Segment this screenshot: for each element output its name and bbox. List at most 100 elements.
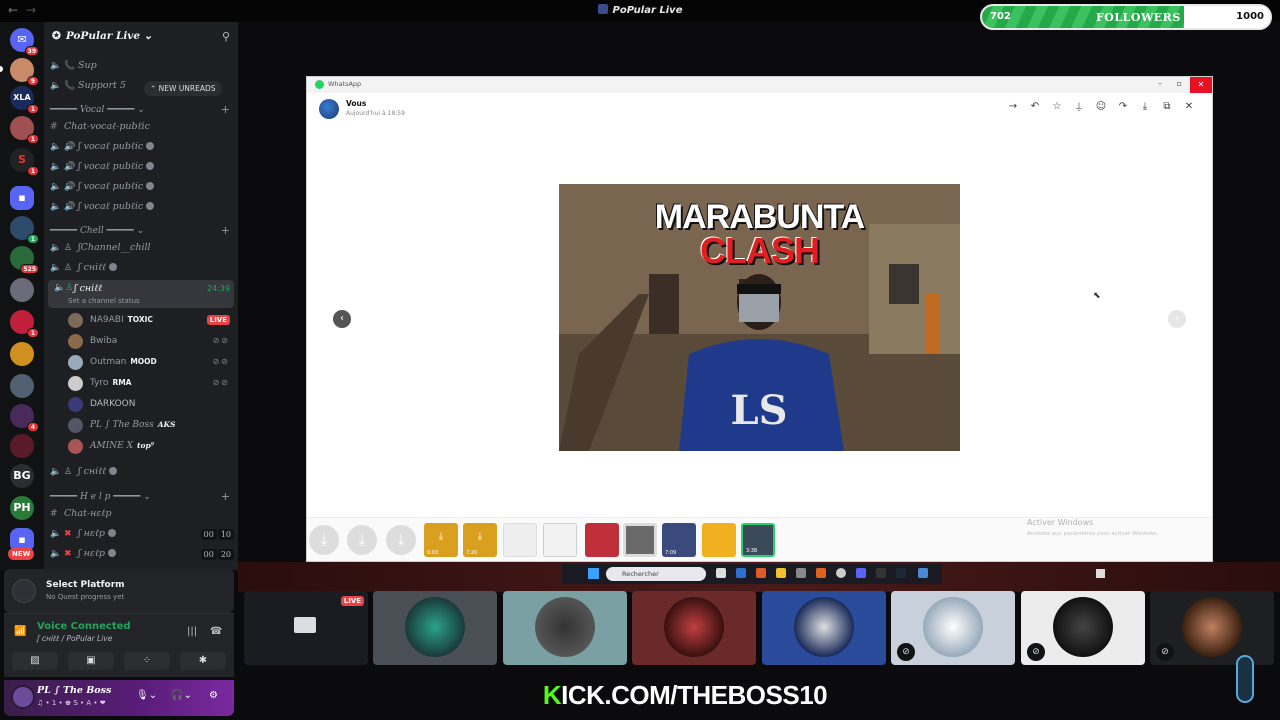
server-icon[interactable] — [10, 342, 34, 366]
voice-channel[interactable]: 🔈 🔊 ʃ vocaℓ pubℓic — [50, 161, 234, 179]
add-channel-icon[interactable]: + — [221, 103, 230, 116]
pin-icon[interactable]: ⍊ — [1068, 101, 1090, 112]
voice-user[interactable]: Tyro RMA ⊘⊘ — [68, 375, 234, 393]
media-thumb[interactable]: 7:09 — [662, 523, 696, 557]
participant-tile[interactable] — [373, 591, 497, 665]
reply-icon[interactable]: ↶ — [1024, 101, 1046, 112]
add-channel-icon[interactable]: + — [221, 224, 230, 237]
media-thumb-selected[interactable]: 3:38 — [741, 523, 775, 557]
media-thumb[interactable]: ⤓ 7:20 — [463, 523, 497, 557]
app-icon[interactable] — [816, 568, 826, 578]
open-external-icon[interactable]: ⧉ — [1156, 101, 1178, 112]
next-media-button[interactable]: › — [1168, 310, 1186, 328]
download-icon[interactable]: ⤓ — [1134, 101, 1156, 112]
star-icon[interactable]: ☆ — [1046, 101, 1068, 112]
server-icon[interactable]: 1 — [10, 310, 39, 338]
channel-chill-text[interactable]: 🔈 ♙ ʃChannel__chill — [50, 242, 234, 260]
channel-support-partial[interactable]: 🔈 📞 Sup — [50, 60, 234, 78]
server-icon[interactable]: PH — [10, 496, 34, 520]
go-to-message-icon[interactable]: → — [1002, 101, 1024, 112]
category-vocal[interactable]: ━━━━━ Vocal ━━━━━ ⌄ + — [50, 103, 234, 119]
app-icon[interactable] — [796, 568, 806, 578]
signal-icon[interactable]: 📶 — [14, 626, 26, 637]
participant-tile[interactable] — [503, 591, 627, 665]
media-thumb[interactable] — [623, 523, 657, 557]
channel-status[interactable]: Set a channel status — [68, 297, 140, 305]
discord-icon[interactable] — [856, 568, 866, 578]
active-voice-channel[interactable]: 🔈♙ ʃ cнiℓℓ Set a channel status 24:39 — [48, 280, 234, 308]
server-icon[interactable]: 9 — [10, 58, 39, 86]
direct-messages-icon[interactable]: ✉ 39 — [10, 28, 39, 56]
taskbar-search[interactable]: Rechercher — [606, 567, 706, 581]
invite-people-icon[interactable]: ⚲ — [222, 30, 230, 43]
voice-user[interactable]: PL ∫ The Boss AKS — [68, 417, 234, 435]
media-thumb[interactable] — [503, 523, 537, 557]
media-thumb[interactable] — [585, 523, 619, 557]
forward-icon[interactable]: ↷ — [1112, 101, 1134, 112]
voice-channel[interactable]: 🔈 🔊 ʃ vocaℓ pubℓic — [50, 181, 234, 199]
server-icon[interactable]: XLA 1 — [10, 86, 39, 114]
channel-chat-help[interactable]: # Chat-нεℓp — [50, 508, 234, 526]
add-channel-icon[interactable]: + — [221, 490, 230, 503]
minimize-icon[interactable]: – — [1158, 79, 1162, 88]
noise-suppression-icon[interactable]: ||| — [187, 626, 197, 637]
windows-start-icon[interactable] — [588, 568, 599, 579]
task-view-icon[interactable] — [716, 568, 726, 578]
server-name-dropdown[interactable]: ✪ PoPular Live ⌄ — [52, 30, 153, 42]
participant-tile[interactable]: ⊘ — [1150, 591, 1274, 665]
channel-chat-vocal[interactable]: # Chat-vocaℓ-pubℓic — [50, 121, 234, 139]
voice-channel[interactable]: 🔈 🔊 ʃ vocaℓ pubℓic — [50, 141, 234, 159]
steam-icon[interactable] — [896, 568, 906, 578]
voice-channel-name[interactable]: ʃ cнiℓℓ / PoPular Live — [37, 634, 112, 643]
activities-button[interactable]: ⁘ — [124, 652, 170, 670]
media-thumb[interactable] — [543, 523, 577, 557]
server-icon[interactable]: 1 — [10, 116, 39, 144]
voice-channel[interactable]: 🔈 🔊 ʃ vocaℓ pubℓic — [50, 201, 234, 219]
category-help[interactable]: ━━━━━ H e l p ━━━━━ ⌄ + — [50, 490, 234, 506]
previous-media-button[interactable]: ‹ — [333, 310, 351, 328]
download-thumb-icon[interactable]: ⤓ — [347, 525, 377, 555]
download-thumb-icon[interactable]: ⤓ — [386, 525, 416, 555]
server-icon[interactable] — [10, 278, 34, 302]
media-thumb[interactable] — [702, 523, 736, 557]
download-thumb-icon[interactable]: ⤓ — [309, 525, 339, 555]
voice-channel-help[interactable]: 🔈 ✖ ʃ нεℓp 00 20 — [50, 548, 234, 566]
voice-channel-chill[interactable]: 🔈 ♙ ʃ cнiℓℓ — [50, 466, 234, 484]
screen-share-button[interactable]: ▣ — [68, 652, 114, 670]
app-icon[interactable] — [836, 568, 846, 578]
participant-tile[interactable] — [762, 591, 886, 665]
voice-user[interactable]: AMINE Xtop⁹ — [68, 438, 234, 456]
app-icon[interactable] — [736, 568, 746, 578]
server-icon[interactable] — [10, 434, 34, 458]
voice-user[interactable]: Bwiba ⊘⊘ — [68, 333, 234, 351]
voice-channel-chill[interactable]: 🔈 ♙ ʃ cнiℓℓ — [50, 262, 234, 280]
media-thumb[interactable]: ⤓ 0:03 — [424, 523, 458, 557]
server-icon[interactable] — [10, 374, 34, 398]
react-emoji-icon[interactable]: ☺ — [1090, 101, 1112, 112]
file-explorer-icon[interactable] — [776, 568, 786, 578]
server-icon[interactable]: 1 — [10, 216, 39, 244]
voice-user[interactable]: NA9ABI TOXIC LIVE — [68, 312, 234, 330]
category-chill[interactable]: ━━━━━ Chell ━━━━━ ⌄ + — [50, 224, 234, 240]
voice-channel-help[interactable]: 🔈 ✖ ʃ нεℓp 00 10 — [50, 528, 234, 546]
maximize-icon[interactable]: ▫ — [1177, 79, 1182, 88]
camera-off-button[interactable]: ▨ — [12, 652, 58, 670]
screen-share-tile[interactable]: LIVE — [244, 591, 368, 665]
disconnect-icon[interactable]: ☎ — [210, 626, 222, 637]
participant-tile[interactable]: ⊘ — [891, 591, 1015, 665]
app-icon[interactable] — [876, 568, 886, 578]
app-icon[interactable] — [918, 568, 928, 578]
server-icon[interactable]: 525 — [10, 246, 39, 274]
close-window-icon[interactable]: ✕ — [1190, 77, 1212, 93]
tray-icon[interactable] — [1096, 569, 1105, 578]
voice-user[interactable]: Outman MOOD ⊘⊘ — [68, 354, 234, 372]
close-icon[interactable]: ✕ — [1178, 101, 1200, 112]
folder-icon[interactable]: ▪ — [10, 186, 34, 210]
participant-tile[interactable] — [632, 591, 756, 665]
brave-icon[interactable] — [756, 568, 766, 578]
participant-tile[interactable]: ⊘ — [1021, 591, 1145, 665]
voice-user[interactable]: DARKOON — [68, 396, 234, 414]
server-icon[interactable]: S1 — [10, 148, 39, 176]
soundboard-button[interactable]: ✱ — [180, 652, 226, 670]
server-icon[interactable]: 4 — [10, 404, 39, 432]
